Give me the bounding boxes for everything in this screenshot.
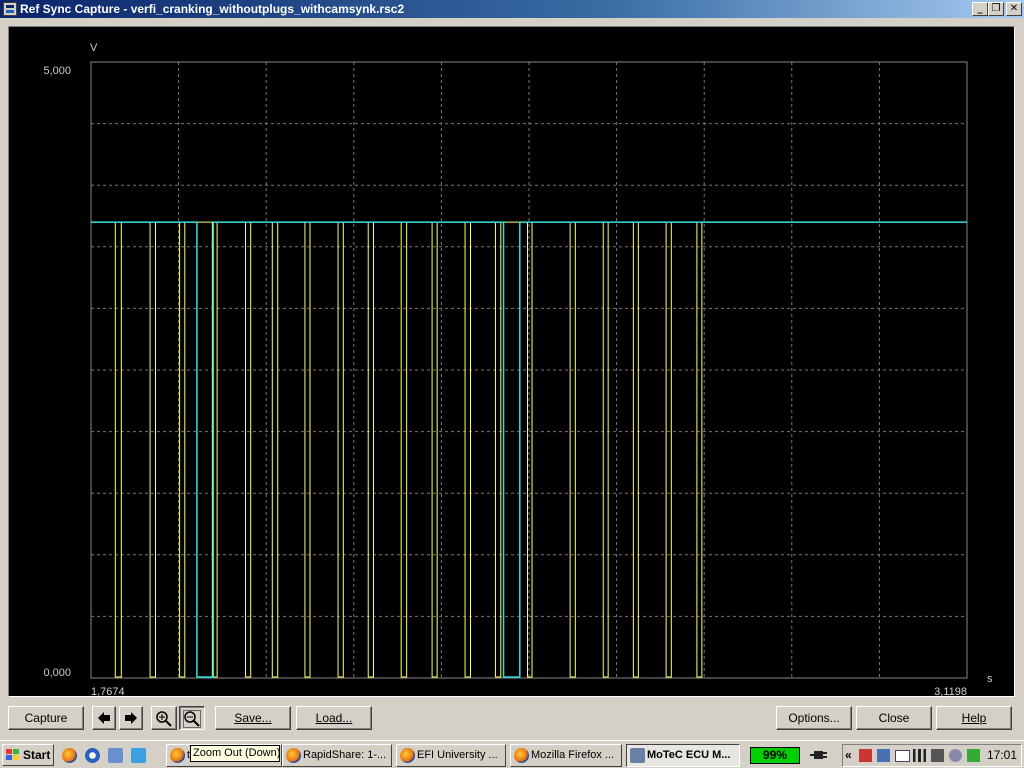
task-button-efi[interactable]: EFI University ... bbox=[396, 744, 506, 767]
monitor-icon[interactable] bbox=[967, 749, 980, 762]
zoom-in-icon bbox=[156, 711, 172, 727]
tray-expand-chevron[interactable]: « bbox=[845, 748, 852, 762]
power-plug-icon[interactable] bbox=[810, 748, 828, 762]
close-window-button[interactable]: ✕ bbox=[1006, 2, 1022, 16]
network-disconnected-icon[interactable] bbox=[859, 749, 872, 762]
arrow-left-icon bbox=[98, 712, 110, 724]
options-button[interactable]: Options... bbox=[776, 706, 852, 730]
load-button[interactable]: Load... bbox=[296, 706, 372, 730]
y-max-label: 5,000 bbox=[43, 65, 71, 77]
arrow-right-icon bbox=[125, 712, 137, 724]
save-button[interactable]: Save... bbox=[215, 706, 291, 730]
document-quicklaunch-icon[interactable] bbox=[108, 748, 123, 763]
minimize-button[interactable]: _ bbox=[972, 2, 988, 16]
save-button-label: Save... bbox=[234, 711, 272, 725]
x-unit-label: s bbox=[987, 673, 993, 685]
media-player-quicklaunch-icon[interactable] bbox=[85, 748, 100, 763]
ie-quicklaunch-icon[interactable] bbox=[131, 748, 146, 763]
back-button[interactable] bbox=[92, 706, 116, 730]
task-button-rapidshare[interactable]: RapidShare: 1-... bbox=[282, 744, 392, 767]
shield-icon[interactable] bbox=[949, 749, 962, 762]
app-icon[interactable] bbox=[3, 2, 17, 16]
windows-logo-icon bbox=[6, 749, 19, 760]
plot-area: V 5,000 0,000 1,7674 3,1198 s bbox=[8, 26, 1015, 697]
start-button[interactable]: Start bbox=[2, 744, 54, 766]
device-icon[interactable] bbox=[931, 749, 944, 762]
x-max-label: 3,1198 bbox=[934, 686, 967, 696]
zoom-out-button[interactable] bbox=[179, 706, 205, 730]
firefox-icon bbox=[286, 748, 301, 763]
close-button-label: Close bbox=[878, 711, 910, 725]
taskbar: Start t RapidShare: 1-... EFI University… bbox=[0, 740, 1024, 768]
title-bar[interactable]: Ref Sync Capture - verfi_cranking_withou… bbox=[0, 0, 1024, 18]
task-label-efi: EFI University ... bbox=[417, 749, 498, 761]
task-label-motec: MoTeC ECU M... bbox=[647, 749, 731, 761]
task-button-firefox[interactable]: Mozilla Firefox ... bbox=[510, 744, 622, 767]
capture-chart[interactable]: V 5,000 0,000 1,7674 3,1198 s bbox=[9, 27, 1014, 696]
clock[interactable]: 17:01 bbox=[987, 748, 1017, 762]
capture-button-label: Capture bbox=[24, 711, 68, 725]
battery-indicator[interactable]: 99% bbox=[750, 747, 800, 764]
signal-icon[interactable] bbox=[913, 749, 926, 762]
firefox-icon bbox=[400, 748, 415, 763]
task-button-motec[interactable]: MoTeC ECU M... bbox=[626, 744, 740, 767]
window-body: V 5,000 0,000 1,7674 3,1198 s Capture Sa… bbox=[0, 18, 1024, 740]
mail-icon[interactable] bbox=[895, 750, 910, 762]
motec-icon bbox=[630, 748, 645, 763]
firefox-quicklaunch-icon[interactable] bbox=[62, 748, 77, 763]
window-title: Ref Sync Capture - verfi_cranking_withou… bbox=[20, 2, 405, 16]
restore-button[interactable]: ❐ bbox=[988, 2, 1004, 16]
y-unit-label: V bbox=[90, 42, 98, 54]
help-button[interactable]: Help bbox=[936, 706, 1012, 730]
x-min-label: 1,7674 bbox=[91, 686, 125, 696]
task-label-firefox: Mozilla Firefox ... bbox=[531, 749, 615, 761]
zoom-out-tooltip: Zoom Out (Down) bbox=[190, 745, 280, 762]
zoom-out-icon bbox=[183, 710, 201, 728]
system-tray: « 17:01 bbox=[842, 744, 1022, 767]
firefox-icon bbox=[514, 748, 529, 763]
zoom-in-button[interactable] bbox=[151, 706, 177, 730]
y-min-label: 0,000 bbox=[43, 667, 71, 679]
network-icon[interactable] bbox=[877, 749, 890, 762]
capture-button[interactable]: Capture bbox=[8, 706, 84, 730]
forward-button[interactable] bbox=[119, 706, 143, 730]
load-button-label: Load... bbox=[315, 711, 353, 725]
options-button-label: Options... bbox=[788, 711, 840, 725]
start-label: Start bbox=[23, 748, 51, 762]
help-button-label: Help bbox=[961, 711, 987, 725]
task-label-rapidshare: RapidShare: 1-... bbox=[303, 749, 387, 761]
firefox-icon bbox=[170, 748, 185, 763]
chart-grid bbox=[91, 62, 967, 678]
close-button[interactable]: Close bbox=[856, 706, 932, 730]
